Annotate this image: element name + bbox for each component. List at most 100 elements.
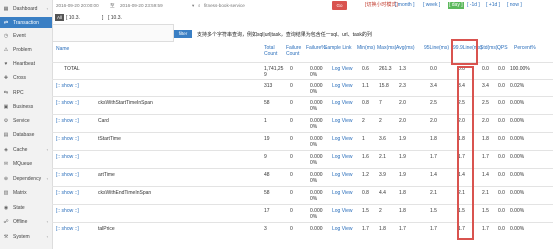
filter-textarea[interactable] bbox=[52, 24, 174, 42]
service-icon: ⚙ bbox=[3, 117, 9, 124]
sidebar-item-label: Offline bbox=[13, 218, 28, 225]
cell-95line-ms: 0.0 bbox=[430, 66, 437, 72]
sidebar-item-mqueue[interactable]: ✉ MQueue bbox=[0, 158, 52, 169]
cell-percent: 0.00% bbox=[510, 100, 525, 106]
sidebar-item-service[interactable]: ⚙ Service bbox=[0, 115, 52, 126]
show-link[interactable]: [:: show ::] bbox=[56, 208, 79, 214]
cell-avg-ms: 2.0 bbox=[399, 100, 406, 106]
log-view-link[interactable]: Log View bbox=[332, 172, 352, 178]
header-std-ms[interactable]: Std(ms) bbox=[480, 45, 498, 63]
cell-std-ms: 2.5 bbox=[482, 100, 489, 106]
header-percent[interactable]: Percent% bbox=[514, 45, 540, 63]
sidebar-item-state[interactable]: ◉ State bbox=[0, 202, 52, 213]
show-link[interactable]: [:: show ::] bbox=[56, 154, 79, 160]
cell-95line-ms: 1.8 bbox=[430, 136, 437, 142]
cell-95line-ms: 2.5 bbox=[430, 100, 437, 106]
log-view-link[interactable]: Log View bbox=[332, 118, 352, 124]
cell-percent: 0.02% bbox=[510, 83, 525, 89]
row-divider bbox=[52, 132, 553, 133]
show-link[interactable]: [:: show ::] bbox=[56, 190, 79, 196]
sidebar-item-matrix[interactable]: ▥ Matrix bbox=[0, 187, 52, 198]
time-separator: 至 bbox=[110, 3, 115, 8]
cell-failure-count: 0 bbox=[290, 118, 293, 124]
sidebar-item-cache[interactable]: ◈ Cache ‹ bbox=[0, 144, 52, 155]
row-divider bbox=[52, 150, 553, 151]
week-link[interactable]: [ week ] bbox=[423, 2, 440, 9]
month-link[interactable]: [ month ] bbox=[395, 2, 414, 9]
log-view-link[interactable]: Log View bbox=[332, 154, 352, 160]
service-input[interactable]: fitness-book-service bbox=[204, 2, 274, 9]
sidebar-item-database[interactable]: ▤ Database bbox=[0, 129, 52, 140]
cell-total-count: 313 bbox=[264, 83, 273, 89]
cell-failure-percent: 0.000 0% bbox=[310, 66, 323, 78]
header-max-ms[interactable]: Max(ms) bbox=[377, 45, 396, 63]
sidebar-item-event[interactable]: ◷ Event bbox=[0, 30, 52, 41]
show-link[interactable]: [:: show ::] bbox=[56, 136, 79, 142]
day-link[interactable]: [ day ] bbox=[448, 2, 464, 9]
ip-filter-row: All [ 10.3. ] [ 10.3. bbox=[52, 12, 553, 23]
sidebar-item-heartbeat[interactable]: ♥ Heartbeat bbox=[0, 58, 52, 69]
log-view-link[interactable]: Log View bbox=[332, 66, 352, 72]
log-view-link[interactable]: Log View bbox=[332, 208, 352, 214]
log-view-link[interactable]: Log View bbox=[332, 226, 352, 232]
sidebar-item-cross[interactable]: ✚ Cross bbox=[0, 72, 52, 83]
next-day-link[interactable]: [ +1d ] bbox=[486, 2, 500, 9]
sidebar-item-offline[interactable]: ☍ Offline ‹ bbox=[0, 216, 52, 227]
show-link[interactable]: [:: show ::] bbox=[56, 226, 79, 232]
filter-button[interactable]: filter bbox=[174, 30, 192, 38]
now-link[interactable]: [ now ] bbox=[507, 2, 522, 9]
cell-95line-ms: 1.7 bbox=[430, 226, 437, 232]
row-divider bbox=[52, 204, 553, 205]
cell-avg-ms: 2.0 bbox=[399, 118, 406, 124]
header-avg-ms[interactable]: Avg(ms) bbox=[396, 45, 422, 63]
cell-percent: 0.00% bbox=[510, 172, 525, 178]
sidebar-item-system[interactable]: ⚒ System ‹ bbox=[0, 231, 52, 242]
prev-day-link[interactable]: [ -1d ] bbox=[467, 2, 480, 9]
ip-option-1[interactable]: [ 10.3. bbox=[66, 15, 80, 21]
system-icon: ⚒ bbox=[3, 233, 9, 240]
cell-qps: 0.0 bbox=[498, 66, 505, 72]
switch-hour-mode-link[interactable]: [切换小时模式] bbox=[365, 2, 398, 9]
dependency-icon: ⊕ bbox=[3, 175, 9, 182]
log-view-link[interactable]: Log View bbox=[332, 136, 352, 142]
all-ip-toggle[interactable]: All bbox=[55, 14, 64, 21]
sidebar-item-problem[interactable]: ⚠ Problem bbox=[0, 44, 52, 55]
show-link[interactable]: [:: show ::] bbox=[56, 100, 79, 106]
cell-percent: 0.00% bbox=[510, 226, 525, 232]
sidebar-item-label: MQueue bbox=[13, 160, 33, 167]
start-time-input[interactable]: 2016-09-20 20:00:00 bbox=[56, 2, 116, 9]
cell-qps: 0.0 bbox=[498, 154, 505, 160]
header-qps[interactable]: QPS bbox=[497, 45, 513, 63]
transaction-name: tStartTime bbox=[98, 136, 121, 142]
ip-separator: ] bbox=[102, 15, 104, 21]
show-link[interactable]: [:: show ::] bbox=[56, 172, 79, 178]
ip-option-2[interactable]: [ 10.3. bbox=[108, 15, 122, 21]
header-sample-link[interactable]: Sample Link bbox=[324, 45, 356, 63]
top-bar: 2016-09-20 20:00:00 至 2016-09-20 23:59:5… bbox=[52, 0, 553, 12]
log-view-link[interactable]: Log View bbox=[332, 100, 352, 106]
header-min-ms[interactable]: Min(ms) bbox=[357, 45, 375, 63]
cell-std-ms: 0.0 bbox=[482, 66, 489, 72]
header-failure-count[interactable]: Failure Count bbox=[286, 45, 304, 63]
header-95line-ms[interactable]: 95Line(ms) bbox=[424, 45, 450, 63]
cell-qps: 0.0 bbox=[498, 83, 505, 89]
log-view-link[interactable]: Log View bbox=[332, 83, 352, 89]
sidebar-item-dashboard[interactable]: ▦ Dashboard ‹ bbox=[0, 3, 52, 14]
sidebar-item-dependency[interactable]: ⊕ Dependency ‹ bbox=[0, 173, 52, 184]
sidebar-item-rpc[interactable]: ⇆ RPC bbox=[0, 87, 52, 98]
cell-percent: 100.00% bbox=[510, 66, 530, 72]
end-time-input[interactable]: 2016-09-20 23:59:59 bbox=[120, 2, 182, 9]
sidebar-item-transaction[interactable]: ⇄ Transaction bbox=[0, 17, 52, 28]
sidebar-item-business[interactable]: ▣ Business bbox=[0, 101, 52, 112]
go-button[interactable]: Go bbox=[332, 1, 347, 10]
sidebar-item-label: Problem bbox=[13, 46, 32, 53]
header-failure-percent[interactable]: Failure% bbox=[306, 45, 326, 63]
sidebar-item-label: Transaction bbox=[13, 19, 39, 26]
cell-failure-percent: 0.000 0% bbox=[310, 172, 323, 184]
show-link[interactable]: [:: show ::] bbox=[56, 118, 79, 124]
header-total-count[interactable]: Total Count bbox=[264, 45, 284, 63]
log-view-link[interactable]: Log View bbox=[332, 190, 352, 196]
cell-min-ms: 0.8 bbox=[362, 100, 369, 106]
cell-total-count: 19 bbox=[264, 136, 270, 142]
show-link[interactable]: [:: show ::] bbox=[56, 83, 79, 89]
